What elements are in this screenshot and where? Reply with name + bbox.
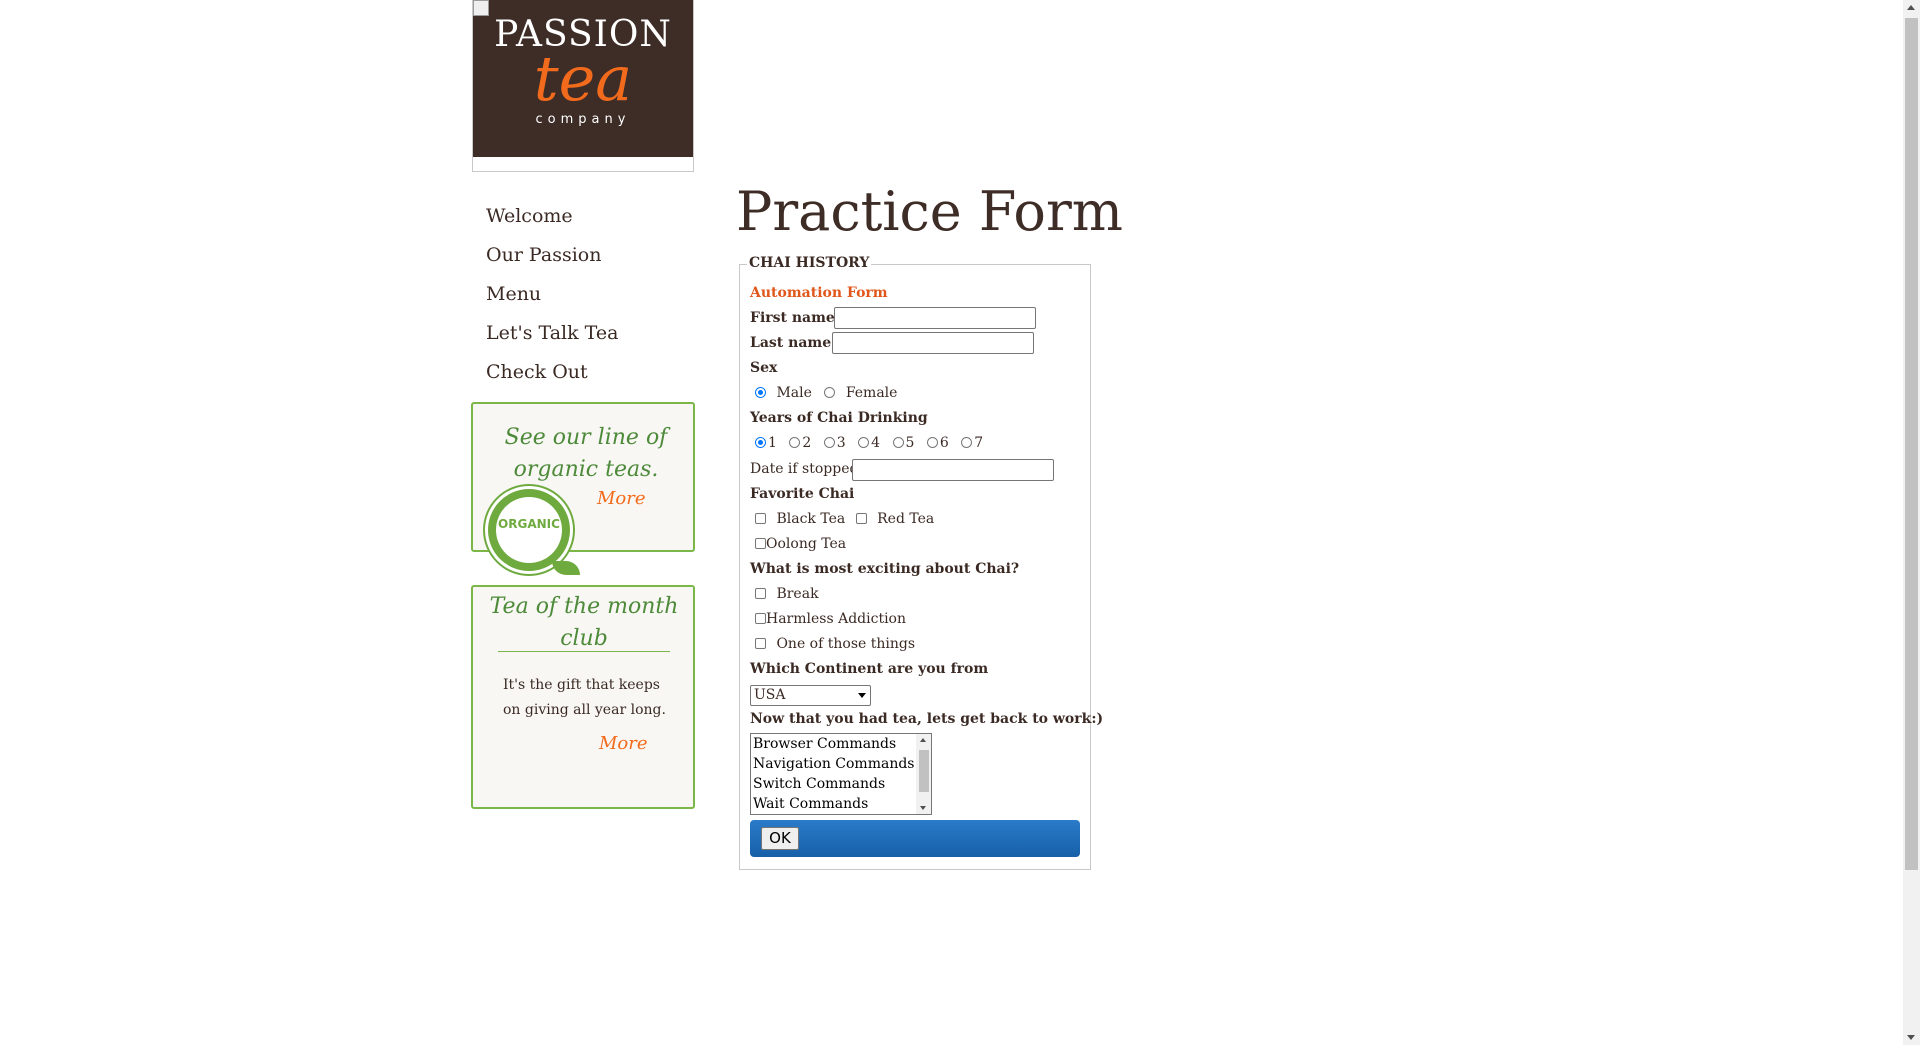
years-radio-group: 1 2 3 4 5 6 7 xyxy=(755,435,983,451)
red-tea-label: Red Tea xyxy=(877,511,935,527)
years-radio-1[interactable] xyxy=(755,436,766,448)
nav-item-lets-talk-tea[interactable]: Let's Talk Tea xyxy=(486,317,618,356)
nav-item-check-out[interactable]: Check Out xyxy=(486,356,618,395)
organic-teas-text: See our line of organic teas. xyxy=(504,425,668,482)
years-radio-4[interactable] xyxy=(858,436,870,448)
scroll-up-arrow-icon[interactable] xyxy=(920,738,926,742)
oolong-tea-checkbox[interactable] xyxy=(755,537,766,549)
nav-item-welcome[interactable]: Welcome xyxy=(486,200,618,239)
favorite-chai-label: Favorite Chai xyxy=(750,486,855,502)
main-nav: Welcome Our Passion Menu Let's Talk Tea … xyxy=(486,200,618,395)
female-label: Female xyxy=(845,385,898,401)
fieldset-legend: CHAI HISTORY xyxy=(747,255,872,271)
oolong-tea-label: Oolong Tea xyxy=(766,536,847,552)
organic-seal-icon: ORGANIC xyxy=(485,486,580,575)
scrollbar-thumb[interactable] xyxy=(1905,18,1918,870)
list-item[interactable]: Switch Commands xyxy=(751,774,931,794)
black-tea-label: Black Tea xyxy=(776,511,846,527)
exciting-option-other: One of those things xyxy=(755,636,915,652)
continent-selected-value: USA xyxy=(754,687,786,703)
male-radio[interactable] xyxy=(755,386,766,398)
tea-club-text: It's the gift that keeps on giving all y… xyxy=(503,677,666,718)
exciting-option-break: Break xyxy=(755,586,819,602)
first-name-input[interactable] xyxy=(834,307,1036,329)
chevron-down-icon xyxy=(858,693,866,698)
years-option-2: 2 xyxy=(802,435,812,451)
date-stopped-label: Date if stopped xyxy=(750,461,859,477)
form-subtitle: Automation Form xyxy=(750,285,888,301)
years-option-1: 1 xyxy=(768,435,777,451)
harmless-addiction-label: Harmless Addiction xyxy=(766,611,907,627)
divider xyxy=(498,651,670,652)
organic-more-link[interactable]: More xyxy=(597,488,646,509)
years-radio-6[interactable] xyxy=(926,436,938,448)
break-label: Break xyxy=(776,586,819,602)
submit-bar: OK xyxy=(750,820,1080,857)
years-option-6: 6 xyxy=(939,435,949,451)
page-scrollbar[interactable] xyxy=(1903,0,1920,1045)
logo-tea-text: tea xyxy=(533,42,633,115)
last-name-input[interactable] xyxy=(832,332,1034,354)
scroll-down-arrow-icon[interactable] xyxy=(920,806,926,810)
years-radio-3[interactable] xyxy=(823,436,835,448)
break-checkbox[interactable] xyxy=(755,587,766,599)
date-stopped-input[interactable] xyxy=(852,459,1054,481)
nav-item-menu[interactable]: Menu xyxy=(486,278,618,317)
one-of-those-things-checkbox[interactable] xyxy=(755,637,766,649)
scroll-down-arrow-icon[interactable] xyxy=(1907,1035,1915,1040)
scroll-up-arrow-icon[interactable] xyxy=(1907,5,1915,10)
logo-company-text: company xyxy=(535,112,631,127)
years-radio-7[interactable] xyxy=(961,436,973,448)
years-option-7: 7 xyxy=(974,435,984,451)
chai-history-fieldset: CHAI HISTORY Automation Form First name:… xyxy=(739,255,1103,870)
male-label: Male xyxy=(776,385,812,401)
continent-label: Which Continent are you from xyxy=(750,661,989,677)
favorite-chai-group: Black Tea Red Tea xyxy=(755,511,934,527)
years-option-4: 4 xyxy=(871,435,881,451)
black-tea-checkbox[interactable] xyxy=(755,512,766,524)
seal-text: ORGANIC xyxy=(498,517,560,531)
page-title: Practice Form xyxy=(736,180,1123,243)
exciting-option-harmless: Harmless Addiction xyxy=(755,611,906,627)
listbox-scrollbar[interactable] xyxy=(916,734,931,814)
one-of-those-things-label: One of those things xyxy=(776,636,916,652)
favorite-chai-group-2: Oolong Tea xyxy=(755,536,846,552)
years-option-5: 5 xyxy=(905,435,915,451)
first-name-label: First name: xyxy=(750,310,840,326)
leaf-icon xyxy=(552,561,580,575)
red-tea-checkbox[interactable] xyxy=(855,512,867,524)
tea-club-box: Tea of the month club It's the gift that… xyxy=(471,585,695,809)
last-name-label: Last name: xyxy=(750,335,837,351)
years-option-3: 3 xyxy=(836,435,846,451)
years-radio-2[interactable] xyxy=(789,436,801,448)
years-radio-5[interactable] xyxy=(892,436,904,448)
site-logo[interactable]: PASSION tea company xyxy=(472,0,694,172)
harmless-addiction-checkbox[interactable] xyxy=(755,612,766,624)
nav-item-our-passion[interactable]: Our Passion xyxy=(486,239,618,278)
tea-club-title: Tea of the month club xyxy=(489,594,679,651)
commands-label: Now that you had tea, lets get back to w… xyxy=(750,711,1104,727)
list-item[interactable]: Wait Commands xyxy=(751,794,931,814)
continent-select[interactable]: USA xyxy=(750,685,871,706)
years-label: Years of Chai Drinking xyxy=(750,410,928,426)
commands-listbox[interactable]: Browser Commands Navigation Commands Swi… xyxy=(750,733,932,815)
female-radio[interactable] xyxy=(824,386,836,398)
list-item[interactable]: Navigation Commands xyxy=(751,754,931,774)
organic-teas-box: See our line of organic teas. ORGANIC Mo… xyxy=(471,402,695,575)
list-item[interactable]: Browser Commands xyxy=(751,734,931,754)
sex-label: Sex xyxy=(750,360,778,376)
ok-button[interactable]: OK xyxy=(761,827,799,850)
sex-radio-group: Male Female xyxy=(755,385,897,401)
exciting-label: What is most exciting about Chai? xyxy=(750,561,1020,577)
scrollbar-thumb[interactable] xyxy=(919,750,929,792)
tea-club-more-link[interactable]: More xyxy=(599,733,648,754)
